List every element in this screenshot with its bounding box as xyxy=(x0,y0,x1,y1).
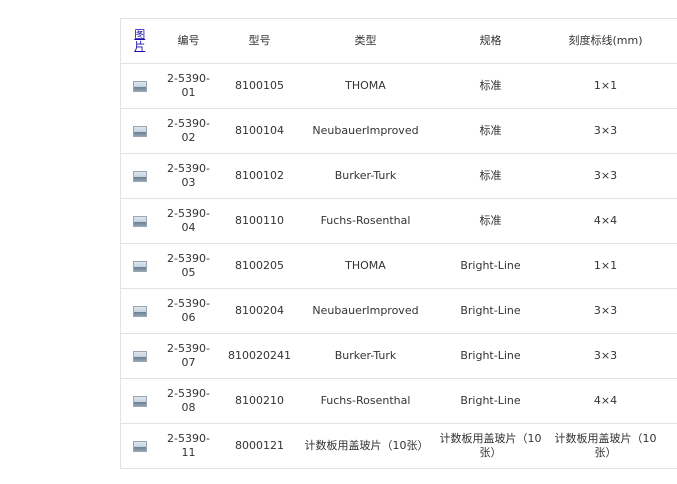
model-cell: 8000121 xyxy=(218,423,301,469)
extra-cell: 1 xyxy=(660,333,677,379)
table-header-row: 图片 编号 型号 类型 规格 刻度标线(mm) xyxy=(120,18,677,64)
extra-cell: 1 xyxy=(660,378,677,424)
product-thumbnail-icon[interactable] xyxy=(132,80,147,92)
model-cell: 8100210 xyxy=(218,378,301,424)
model-cell: 8100204 xyxy=(218,288,301,334)
image-cell[interactable] xyxy=(120,243,159,289)
scale-cell: 3×3 xyxy=(550,153,661,199)
model-cell: 8100105 xyxy=(218,63,301,109)
number-cell: 2-5390-11 xyxy=(158,423,219,469)
number-cell: 2-5390-04 xyxy=(158,198,219,244)
type-cell: THOMA xyxy=(300,243,431,289)
header-model: 型号 xyxy=(218,18,301,64)
type-cell: Fuchs-Rosenthal xyxy=(300,198,431,244)
table-row: 2-5390-11 8000121 计数板用盖玻片（10张） 计数板用盖玻片（10张）… xyxy=(120,423,677,469)
table-row: 2-5390-02 8100104 NeubauerImproved 标准 3×3 xyxy=(120,108,677,154)
table-row: 2-5390-04 8100110 Fuchs-Rosenthal 标准 4×4 xyxy=(120,198,677,244)
type-cell: Burker-Turk xyxy=(300,333,431,379)
scale-cell: 3×3 xyxy=(550,333,661,379)
image-cell[interactable] xyxy=(120,333,159,379)
header-number: 编号 xyxy=(158,18,219,64)
header-type: 类型 xyxy=(300,18,431,64)
spec-cell: 标准 xyxy=(430,108,551,154)
model-cell: 8100104 xyxy=(218,108,301,154)
image-cell[interactable] xyxy=(120,153,159,199)
table-row: 2-5390-01 8100105 THOMA 标准 1×1 xyxy=(120,63,677,109)
image-cell[interactable] xyxy=(120,108,159,154)
type-cell: NeubauerImproved xyxy=(300,288,431,334)
header-extra xyxy=(660,18,677,64)
extra-cell: 1 xyxy=(660,243,677,289)
spec-cell: Bright-Line xyxy=(430,378,551,424)
number-cell: 2-5390-08 xyxy=(158,378,219,424)
image-cell[interactable] xyxy=(120,63,159,109)
product-thumbnail-icon[interactable] xyxy=(132,395,147,407)
extra-cell xyxy=(660,153,677,199)
model-cell: 8100205 xyxy=(218,243,301,289)
scale-cell: 4×4 xyxy=(550,378,661,424)
product-table: 图片 编号 型号 类型 规格 刻度标线(mm) 2-5390-01 8100105… xyxy=(120,18,677,469)
number-cell: 2-5390-07 xyxy=(158,333,219,379)
header-image[interactable]: 图片 xyxy=(120,18,159,64)
header-scale: 刻度标线(mm) xyxy=(550,18,661,64)
extra-cell xyxy=(660,198,677,244)
image-cell[interactable] xyxy=(120,288,159,334)
type-cell: NeubauerImproved xyxy=(300,108,431,154)
scale-cell: 1×1 xyxy=(550,243,661,289)
number-cell: 2-5390-05 xyxy=(158,243,219,289)
scale-cell: 3×3 xyxy=(550,108,661,154)
table-row: 2-5390-08 8100210 Fuchs-Rosenthal Bright-Li… xyxy=(120,378,677,424)
header-spec: 规格 xyxy=(430,18,551,64)
table-row: 2-5390-07 810020241 Burker-Turk Bright-Line… xyxy=(120,333,677,379)
spec-cell: 计数板用盖玻片（10张） xyxy=(430,423,551,469)
scale-cell: 3×3 xyxy=(550,288,661,334)
type-cell: Burker-Turk xyxy=(300,153,431,199)
extra-cell xyxy=(660,423,677,469)
number-cell: 2-5390-06 xyxy=(158,288,219,334)
image-cell[interactable] xyxy=(120,423,159,469)
scale-cell: 计数板用盖玻片（10张） xyxy=(550,423,661,469)
product-thumbnail-icon[interactable] xyxy=(132,350,147,362)
model-cell: 8100110 xyxy=(218,198,301,244)
number-cell: 2-5390-03 xyxy=(158,153,219,199)
type-cell: Fuchs-Rosenthal xyxy=(300,378,431,424)
extra-cell xyxy=(660,108,677,154)
product-thumbnail-icon[interactable] xyxy=(132,170,147,182)
table-row: 2-5390-03 8100102 Burker-Turk 标准 3×3 xyxy=(120,153,677,199)
spec-cell: Bright-Line xyxy=(430,333,551,379)
scale-cell: 4×4 xyxy=(550,198,661,244)
table-row: 2-5390-06 8100204 NeubauerImproved Bright-L… xyxy=(120,288,677,334)
model-cell: 8100102 xyxy=(218,153,301,199)
table-row: 2-5390-058100205THOMABright-Line1×11 xyxy=(120,243,677,289)
spec-cell: 标准 xyxy=(430,198,551,244)
product-thumbnail-icon[interactable] xyxy=(132,260,147,272)
image-cell[interactable] xyxy=(120,378,159,424)
product-thumbnail-icon[interactable] xyxy=(132,125,147,137)
product-thumbnail-icon[interactable] xyxy=(132,440,147,452)
product-thumbnail-icon[interactable] xyxy=(132,305,147,317)
image-header-link[interactable]: 图片 xyxy=(134,28,146,53)
extra-cell xyxy=(660,63,677,109)
model-cell: 810020241 xyxy=(218,333,301,379)
table-body: 2-5390-01 8100105 THOMA 标准 1×1 2-5390-02 81001… xyxy=(120,63,677,469)
product-table-container: 图片 编号 型号 类型 规格 刻度标线(mm) 2-5390-01 8100105… xyxy=(120,18,677,469)
spec-cell: Bright-Line xyxy=(430,288,551,334)
extra-cell: 1 xyxy=(660,288,677,334)
type-cell: 计数板用盖玻片（10张） xyxy=(300,423,431,469)
product-thumbnail-icon[interactable] xyxy=(132,215,147,227)
type-cell: THOMA xyxy=(300,63,431,109)
image-cell[interactable] xyxy=(120,198,159,244)
spec-cell: Bright-Line xyxy=(430,243,551,289)
spec-cell: 标准 xyxy=(430,153,551,199)
spec-cell: 标准 xyxy=(430,63,551,109)
number-cell: 2-5390-01 xyxy=(158,63,219,109)
scale-cell: 1×1 xyxy=(550,63,661,109)
number-cell: 2-5390-02 xyxy=(158,108,219,154)
